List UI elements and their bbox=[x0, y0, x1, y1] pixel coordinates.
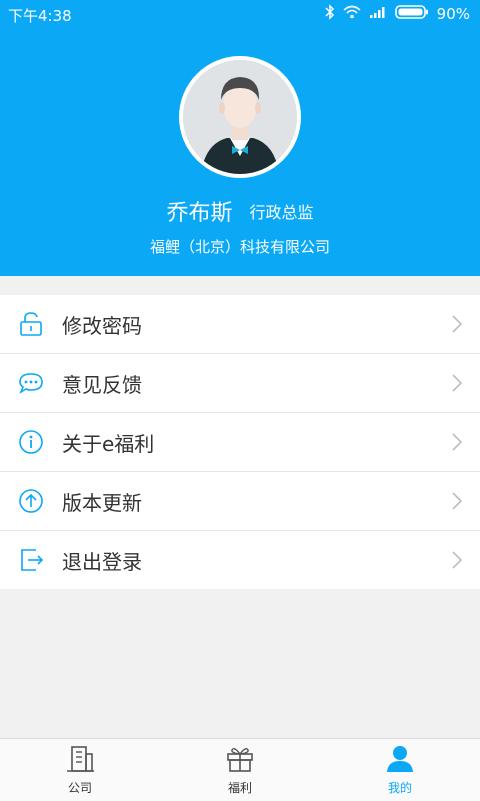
menu-item-feedback[interactable]: 意见反馈 bbox=[0, 354, 480, 413]
menu-item-version-update[interactable]: 版本更新 bbox=[0, 472, 480, 531]
profile-company: 福鲤（北京）科技有限公司 bbox=[149, 238, 330, 256]
tab-welfare[interactable]: 福利 bbox=[160, 739, 320, 801]
gift-icon bbox=[225, 745, 255, 777]
chevron-right-icon bbox=[452, 492, 463, 514]
menu-item-label: 意见反馈 bbox=[62, 372, 142, 397]
chevron-right-icon bbox=[452, 551, 463, 573]
upload-arrow-icon bbox=[16, 486, 46, 516]
menu-item-label: 修改密码 bbox=[62, 313, 142, 338]
profile-header: 下午4:38 90% 乔布斯 行政总监 福鲤（北京）科技有限公司 bbox=[0, 0, 480, 276]
building-icon bbox=[65, 745, 95, 777]
menu-item-about[interactable]: 关于e福利 bbox=[0, 413, 480, 472]
wifi-icon bbox=[343, 5, 361, 23]
menu-item-change-password[interactable]: 修改密码 bbox=[0, 295, 480, 354]
profile-name-row: 乔布斯 行政总监 bbox=[0, 195, 480, 227]
tab-mine[interactable]: 我的 bbox=[320, 739, 480, 801]
bottom-tab-bar: 公司 福利 我的 bbox=[0, 738, 480, 801]
avatar[interactable] bbox=[179, 56, 301, 178]
person-icon bbox=[385, 745, 415, 777]
tab-label: 福利 bbox=[227, 780, 252, 795]
tab-company[interactable]: 公司 bbox=[0, 739, 160, 801]
lock-icon bbox=[16, 309, 46, 339]
signal-icon bbox=[369, 5, 387, 23]
settings-menu: 修改密码 意见反馈 关于e福利 版本更新 退出登录 bbox=[0, 295, 480, 589]
profile-title: 行政总监 bbox=[249, 203, 314, 222]
menu-item-label: 关于e福利 bbox=[62, 431, 155, 456]
status-time: 下午4:38 bbox=[8, 7, 72, 25]
chevron-right-icon bbox=[452, 374, 463, 396]
tab-label: 我的 bbox=[387, 780, 412, 795]
chevron-right-icon bbox=[452, 433, 463, 455]
logout-icon bbox=[16, 545, 46, 575]
avatar-image bbox=[183, 60, 297, 174]
status-bar: 下午4:38 90% bbox=[0, 0, 480, 28]
profile-name: 乔布斯 bbox=[166, 201, 233, 226]
bluetooth-icon bbox=[325, 4, 335, 24]
chat-bubble-icon bbox=[16, 368, 46, 398]
menu-item-label: 版本更新 bbox=[62, 490, 142, 515]
status-right: 90% bbox=[325, 4, 470, 24]
battery-percent: 90% bbox=[436, 5, 470, 23]
menu-item-label: 退出登录 bbox=[62, 549, 142, 574]
chevron-right-icon bbox=[452, 315, 463, 337]
battery-icon bbox=[394, 4, 429, 24]
tab-label: 公司 bbox=[67, 780, 92, 795]
menu-item-logout[interactable]: 退出登录 bbox=[0, 531, 480, 589]
info-icon bbox=[16, 427, 46, 457]
